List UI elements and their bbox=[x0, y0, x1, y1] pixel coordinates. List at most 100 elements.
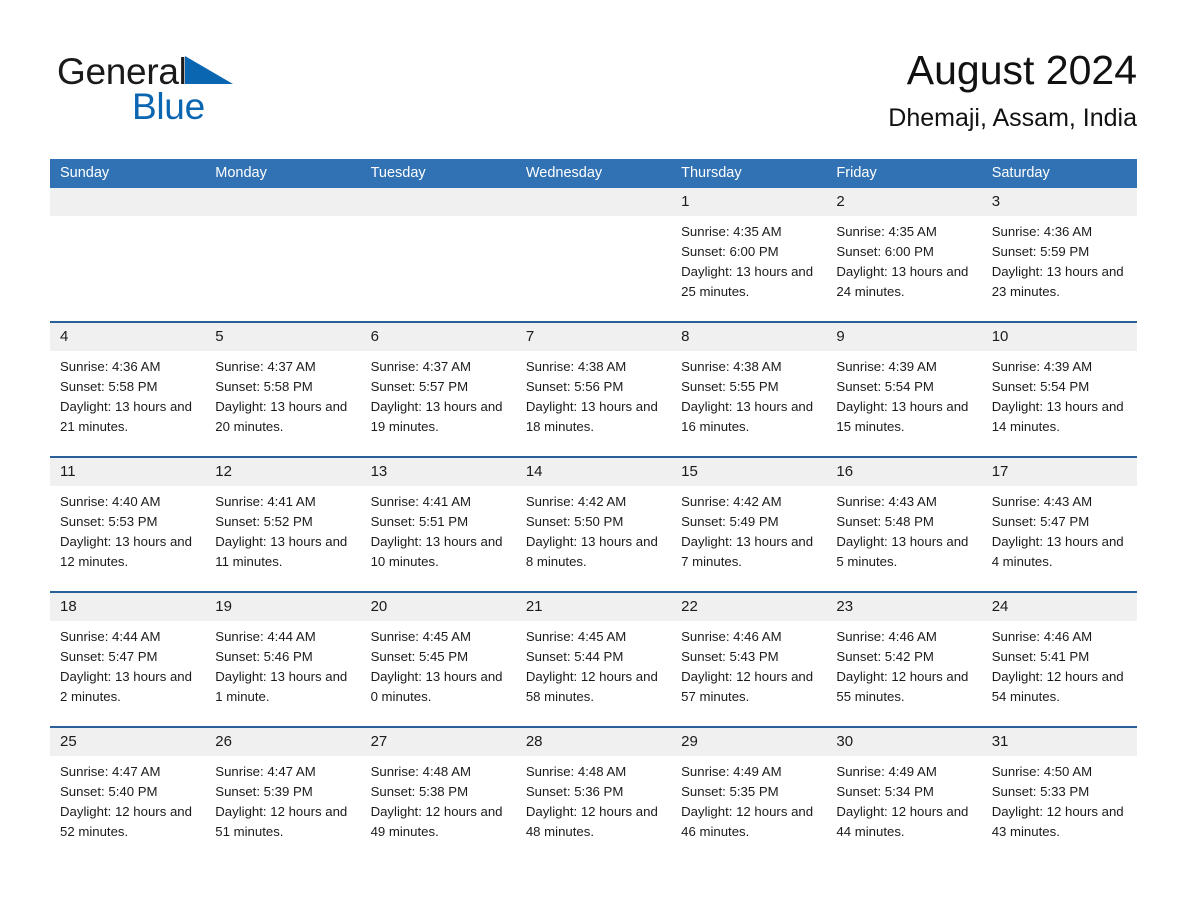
day-cell[interactable]: 6 Sunrise: 4:37 AM Sunset: 5:57 PM Daylight… bbox=[360, 323, 516, 456]
day-number-band: 3 bbox=[981, 188, 1137, 216]
day-number: 13 bbox=[370, 463, 388, 480]
sunrise-text: Sunrise: 4:46 AM bbox=[681, 629, 782, 644]
sunset-text: Sunset: 5:47 PM bbox=[60, 649, 158, 664]
sunset-text: Sunset: 5:34 PM bbox=[836, 784, 934, 799]
day-cell[interactable]: 10 Sunrise: 4:39 AM Sunset: 5:54 PM Dayligh… bbox=[981, 323, 1137, 456]
day-details: Sunrise: 4:38 AM Sunset: 5:55 PM Daylight:… bbox=[671, 351, 826, 437]
weekday-header-row: Sunday Monday Tuesday Wednesday Thursday… bbox=[50, 159, 1137, 188]
sunrise-text: Sunrise: 4:47 AM bbox=[215, 764, 316, 779]
day-number-band: 15 bbox=[671, 458, 827, 486]
day-cell[interactable]: 16 Sunrise: 4:43 AM Sunset: 5:48 PM Dayligh… bbox=[826, 458, 982, 591]
week-row: 1 Sunrise: 4:35 AM Sunset: 6:00 PM Daylight… bbox=[50, 188, 1137, 321]
sunset-text: Sunset: 5:50 PM bbox=[525, 514, 624, 529]
day-number: 9 bbox=[836, 328, 845, 345]
daylight-text: Daylight: 12 hours and 52 minutes. bbox=[60, 804, 192, 839]
day-details: Sunrise: 4:37 AM Sunset: 5:57 PM Daylight:… bbox=[361, 351, 516, 437]
sunrise-text: Sunrise: 4:50 AM bbox=[991, 764, 1093, 779]
day-cell[interactable]: 30 Sunrise: 4:49 AM Sunset: 5:34 PM Dayligh… bbox=[826, 728, 982, 848]
day-cell[interactable]: 2 Sunrise: 4:35 AM Sunset: 6:00 PM Daylight… bbox=[826, 188, 982, 321]
day-details: Sunrise: 4:35 AM Sunset: 6:00 PM Daylight:… bbox=[826, 216, 981, 302]
sunset-text: Sunset: 5:45 PM bbox=[370, 649, 469, 664]
week-row: 11 Sunrise: 4:40 AM Sunset: 5:53 PM Dayligh… bbox=[50, 456, 1137, 591]
general-blue-logo[interactable]: General Blue bbox=[57, 52, 397, 132]
day-number: 26 bbox=[215, 733, 232, 750]
day-cell[interactable]: 14 Sunrise: 4:42 AM Sunset: 5:50 PM Dayligh… bbox=[515, 458, 672, 591]
sunrise-text: Sunrise: 4:49 AM bbox=[681, 764, 782, 779]
daylight-text: Daylight: 12 hours and 44 minutes. bbox=[836, 804, 969, 839]
day-number-band bbox=[205, 188, 361, 216]
day-details: Sunrise: 4:49 AM Sunset: 5:34 PM Daylight:… bbox=[826, 756, 981, 842]
daylight-text: Daylight: 13 hours and 2 minutes. bbox=[60, 669, 192, 704]
daylight-text: Daylight: 12 hours and 49 minutes. bbox=[370, 804, 503, 839]
day-cell[interactable]: 23 Sunrise: 4:46 AM Sunset: 5:42 PM Dayligh… bbox=[826, 593, 982, 726]
day-cell[interactable]: 21 Sunrise: 4:45 AM Sunset: 5:44 PM Dayligh… bbox=[515, 593, 672, 726]
sunrise-text: Sunrise: 4:41 AM bbox=[370, 494, 471, 509]
day-number-band: 14 bbox=[515, 458, 672, 486]
day-cell[interactable]: 17 Sunrise: 4:43 AM Sunset: 5:47 PM Dayligh… bbox=[981, 458, 1137, 591]
day-cell[interactable]: 24 Sunrise: 4:46 AM Sunset: 5:41 PM Dayligh… bbox=[981, 593, 1137, 726]
sunset-text: Sunset: 5:56 PM bbox=[525, 379, 624, 394]
day-cell[interactable]: 20 Sunrise: 4:45 AM Sunset: 5:45 PM Dayligh… bbox=[360, 593, 516, 726]
day-number: 25 bbox=[60, 733, 77, 750]
day-details: Sunrise: 4:41 AM Sunset: 5:52 PM Daylight:… bbox=[205, 486, 360, 572]
day-cell[interactable]: 11 Sunrise: 4:40 AM Sunset: 5:53 PM Dayligh… bbox=[50, 458, 206, 591]
day-details: Sunrise: 4:43 AM Sunset: 5:48 PM Daylight:… bbox=[826, 486, 981, 572]
daylight-text: Daylight: 13 hours and 1 minute. bbox=[215, 669, 348, 704]
day-cell[interactable]: 22 Sunrise: 4:46 AM Sunset: 5:43 PM Dayligh… bbox=[671, 593, 827, 726]
day-cell[interactable]: 8 Sunrise: 4:38 AM Sunset: 5:55 PM Daylight… bbox=[671, 323, 827, 456]
sunset-text: Sunset: 5:57 PM bbox=[370, 379, 469, 394]
calendar-grid: Sunday Monday Tuesday Wednesday Thursday… bbox=[50, 159, 1137, 848]
day-details: Sunrise: 4:40 AM Sunset: 5:53 PM Daylight:… bbox=[50, 486, 205, 572]
day-number-band: 13 bbox=[360, 458, 516, 486]
daylight-text: Daylight: 13 hours and 8 minutes. bbox=[525, 534, 658, 569]
day-cell[interactable]: 29 Sunrise: 4:49 AM Sunset: 5:35 PM Dayligh… bbox=[671, 728, 827, 848]
sunrise-text: Sunrise: 4:43 AM bbox=[836, 494, 937, 509]
day-number-band: 28 bbox=[515, 728, 672, 756]
day-cell[interactable]: 31 Sunrise: 4:50 AM Sunset: 5:33 PM Dayligh… bbox=[981, 728, 1137, 848]
day-cell[interactable]: 12 Sunrise: 4:41 AM Sunset: 5:52 PM Dayligh… bbox=[205, 458, 361, 591]
daylight-text: Daylight: 13 hours and 15 minutes. bbox=[836, 399, 969, 434]
sunrise-text: Sunrise: 4:37 AM bbox=[215, 359, 316, 374]
day-cell[interactable]: 1 Sunrise: 4:35 AM Sunset: 6:00 PM Daylight… bbox=[671, 188, 827, 321]
sunrise-text: Sunrise: 4:45 AM bbox=[370, 629, 471, 644]
day-cell[interactable]: 4 Sunrise: 4:36 AM Sunset: 5:58 PM Daylight… bbox=[50, 323, 206, 456]
day-number: 23 bbox=[836, 598, 854, 615]
day-number: 5 bbox=[215, 328, 224, 345]
day-cell[interactable]: 18 Sunrise: 4:44 AM Sunset: 5:47 PM Dayligh… bbox=[50, 593, 206, 726]
weekday-header-sunday: Sunday bbox=[60, 165, 110, 181]
day-cell[interactable]: 7 Sunrise: 4:38 AM Sunset: 5:56 PM Daylight… bbox=[515, 323, 672, 456]
weekday-header-saturday: Saturday bbox=[991, 165, 1050, 181]
day-number-band: 7 bbox=[515, 323, 672, 351]
day-number: 28 bbox=[525, 733, 543, 750]
sunset-text: Sunset: 5:47 PM bbox=[991, 514, 1090, 529]
day-details: Sunrise: 4:44 AM Sunset: 5:46 PM Daylight:… bbox=[205, 621, 360, 707]
day-details: Sunrise: 4:49 AM Sunset: 5:35 PM Daylight:… bbox=[671, 756, 826, 842]
daylight-text: Daylight: 13 hours and 16 minutes. bbox=[681, 399, 814, 434]
day-number-band bbox=[50, 188, 206, 216]
daylight-text: Daylight: 12 hours and 51 minutes. bbox=[215, 804, 348, 839]
weekday-header-tuesday: Tuesday bbox=[370, 165, 426, 181]
day-number: 1 bbox=[681, 193, 690, 210]
sunset-text: Sunset: 5:59 PM bbox=[991, 244, 1090, 259]
daylight-text: Daylight: 12 hours and 48 minutes. bbox=[525, 804, 658, 839]
day-number-band: 9 bbox=[826, 323, 982, 351]
day-cell[interactable]: 13 Sunrise: 4:41 AM Sunset: 5:51 PM Dayligh… bbox=[360, 458, 516, 591]
day-number-band: 12 bbox=[205, 458, 361, 486]
day-cell[interactable]: 26 Sunrise: 4:47 AM Sunset: 5:39 PM Dayligh… bbox=[205, 728, 361, 848]
day-cell[interactable]: 15 Sunrise: 4:42 AM Sunset: 5:49 PM Dayligh… bbox=[671, 458, 827, 591]
sunset-text: Sunset: 5:38 PM bbox=[370, 784, 469, 799]
weekday-header-wednesday: Wednesday bbox=[525, 165, 603, 181]
day-cell[interactable]: 25 Sunrise: 4:47 AM Sunset: 5:40 PM Dayligh… bbox=[50, 728, 206, 848]
day-number-band: 5 bbox=[205, 323, 361, 351]
day-cell[interactable]: 3 Sunrise: 4:36 AM Sunset: 5:59 PM Daylight… bbox=[981, 188, 1137, 321]
day-cell[interactable]: 28 Sunrise: 4:48 AM Sunset: 5:36 PM Dayligh… bbox=[515, 728, 672, 848]
sunrise-text: Sunrise: 4:42 AM bbox=[525, 494, 627, 509]
day-cell[interactable]: 19 Sunrise: 4:44 AM Sunset: 5:46 PM Dayligh… bbox=[205, 593, 361, 726]
day-cell-empty bbox=[360, 188, 516, 321]
day-cell[interactable]: 27 Sunrise: 4:48 AM Sunset: 5:38 PM Dayligh… bbox=[360, 728, 516, 848]
day-cell[interactable]: 9 Sunrise: 4:39 AM Sunset: 5:54 PM Daylight… bbox=[826, 323, 982, 456]
day-number: 30 bbox=[836, 733, 854, 750]
day-cell[interactable]: 5 Sunrise: 4:37 AM Sunset: 5:58 PM Daylight… bbox=[205, 323, 361, 456]
sunrise-text: Sunrise: 4:38 AM bbox=[525, 359, 627, 374]
day-number: 3 bbox=[991, 193, 1001, 210]
